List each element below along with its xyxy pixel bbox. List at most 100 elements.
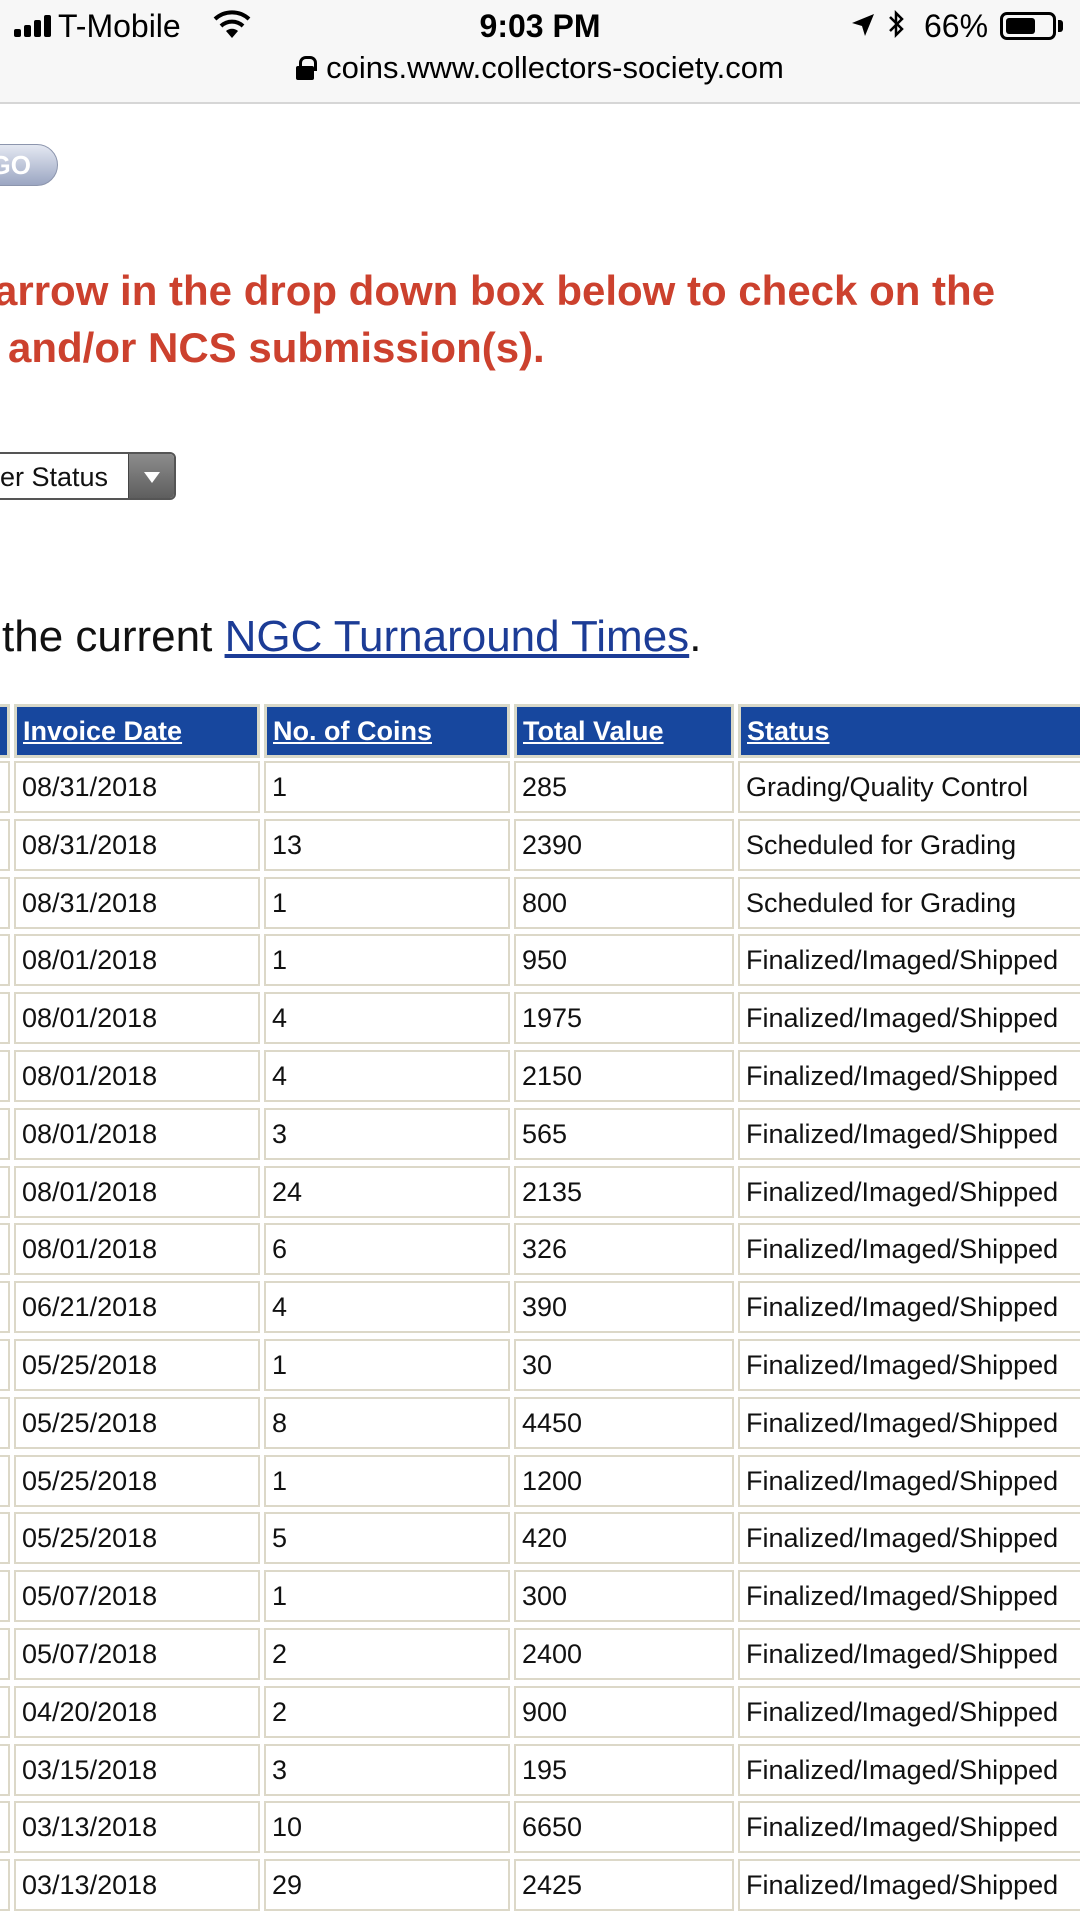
cell-total-value: 2390 xyxy=(514,818,734,871)
instruction-text: arrow in the drop down box below to chec… xyxy=(0,262,1080,376)
cell-cutoff-column xyxy=(0,1859,10,1912)
battery-level-fill xyxy=(1006,18,1036,34)
cell-status: Grading/Quality Control xyxy=(738,761,1080,813)
cell-total-value: 285 xyxy=(514,761,734,813)
cell-total-value: 900 xyxy=(514,1685,734,1738)
cell-status: Finalized/Imaged/Shipped xyxy=(738,1685,1080,1738)
cell-status: Finalized/Imaged/Shipped xyxy=(738,1512,1080,1565)
cell-invoice-date: 05/07/2018 xyxy=(14,1570,260,1623)
cell-cutoff-column xyxy=(0,1570,10,1623)
cell-total-value: 800 xyxy=(514,876,734,929)
cell-no-of-coins: 2 xyxy=(264,1628,510,1680)
header-no-of-coins[interactable]: No. of Coins xyxy=(264,704,510,758)
cell-no-of-coins: 1 xyxy=(264,761,510,813)
cell-total-value: 2425 xyxy=(514,1859,734,1912)
cell-cutoff-column xyxy=(0,1512,10,1565)
turnaround-suffix: . xyxy=(689,612,702,661)
cell-cutoff-column xyxy=(0,1050,10,1102)
cell-invoice-date: 05/25/2018 xyxy=(14,1396,260,1449)
cell-cutoff-column xyxy=(0,1685,10,1738)
header-invoice-date[interactable]: Invoice Date xyxy=(14,704,260,758)
cell-total-value: 195 xyxy=(514,1743,734,1796)
cell-invoice-date: 08/31/2018 xyxy=(14,818,260,871)
cell-no-of-coins: 10 xyxy=(264,1801,510,1854)
url-text: coins.www.collectors-society.com xyxy=(326,50,784,85)
cell-status: Finalized/Imaged/Shipped xyxy=(738,1165,1080,1218)
cell-invoice-date: 08/31/2018 xyxy=(14,761,260,813)
cell-total-value: 565 xyxy=(514,1107,734,1160)
battery-percentage: 66% xyxy=(924,8,989,44)
cell-invoice-date: 03/13/2018 xyxy=(14,1801,260,1854)
header-cutoff-column xyxy=(0,704,10,758)
cell-status: Finalized/Imaged/Shipped xyxy=(738,1859,1080,1912)
cell-invoice-date: 08/01/2018 xyxy=(14,1165,260,1218)
cell-invoice-date: 08/01/2018 xyxy=(14,1107,260,1160)
cell-status: Finalized/Imaged/Shipped xyxy=(738,1050,1080,1102)
cell-cutoff-column xyxy=(0,992,10,1045)
cell-total-value: 390 xyxy=(514,1281,734,1334)
clock: 9:03 PM xyxy=(479,8,601,44)
cell-status: Scheduled for Grading xyxy=(738,818,1080,871)
cell-no-of-coins: 4 xyxy=(264,1281,510,1334)
cell-status: Finalized/Imaged/Shipped xyxy=(738,1454,1080,1507)
submission-status-dropdown[interactable]: er Status xyxy=(0,452,176,500)
cell-status: Finalized/Imaged/Shipped xyxy=(738,1396,1080,1449)
cell-no-of-coins: 1 xyxy=(264,1339,510,1391)
cell-status: Finalized/Imaged/Shipped xyxy=(738,1801,1080,1854)
bluetooth-icon xyxy=(889,9,904,39)
cell-no-of-coins: 1 xyxy=(264,876,510,929)
dropdown-selected-value: er Status xyxy=(0,462,109,492)
cell-invoice-date: 08/01/2018 xyxy=(14,1223,260,1276)
cell-status: Finalized/Imaged/Shipped xyxy=(738,1743,1080,1796)
cell-cutoff-column xyxy=(0,1281,10,1334)
cell-no-of-coins: 29 xyxy=(264,1859,510,1912)
cell-cutoff-column xyxy=(0,876,10,929)
cell-cutoff-column xyxy=(0,1628,10,1680)
header-status[interactable]: Status xyxy=(738,704,1080,758)
turnaround-text: the current NGC Turnaround Times. xyxy=(2,612,701,662)
cell-cutoff-column xyxy=(0,761,10,813)
cell-no-of-coins: 3 xyxy=(264,1743,510,1796)
cell-cutoff-column xyxy=(0,1801,10,1854)
instruction-line-2: and/or NCS submission(s). xyxy=(8,324,545,371)
cell-invoice-date: 05/07/2018 xyxy=(14,1628,260,1680)
go-button[interactable]: GO xyxy=(0,144,58,186)
cell-total-value: 300 xyxy=(514,1570,734,1623)
status-bar: T-Mobile 9:03 PM 66% coins.www.collector… xyxy=(0,0,1080,104)
cell-cutoff-column xyxy=(0,934,10,987)
cell-status: Scheduled for Grading xyxy=(738,876,1080,929)
cell-cutoff-column xyxy=(0,1165,10,1218)
instruction-line-1: arrow in the drop down box below to chec… xyxy=(0,267,996,314)
cell-total-value: 2400 xyxy=(514,1628,734,1680)
cell-cutoff-column xyxy=(0,818,10,871)
cell-invoice-date: 06/21/2018 xyxy=(14,1281,260,1334)
address-bar[interactable]: coins.www.collectors-society.com xyxy=(0,50,1080,86)
cell-status: Finalized/Imaged/Shipped xyxy=(738,1107,1080,1160)
cell-total-value: 4450 xyxy=(514,1396,734,1449)
header-total-value[interactable]: Total Value xyxy=(514,704,734,758)
cell-total-value: 1975 xyxy=(514,992,734,1045)
cell-invoice-date: 08/01/2018 xyxy=(14,1050,260,1102)
cell-no-of-coins: 1 xyxy=(264,934,510,987)
cell-no-of-coins: 13 xyxy=(264,818,510,871)
cell-status: Finalized/Imaged/Shipped xyxy=(738,1570,1080,1623)
cell-status: Finalized/Imaged/Shipped xyxy=(738,1628,1080,1680)
cell-status: Finalized/Imaged/Shipped xyxy=(738,992,1080,1045)
dropdown-arrow-icon[interactable] xyxy=(128,454,174,498)
cell-invoice-date: 08/01/2018 xyxy=(14,934,260,987)
cell-invoice-date: 05/25/2018 xyxy=(14,1512,260,1565)
cell-total-value: 326 xyxy=(514,1223,734,1276)
cell-total-value: 420 xyxy=(514,1512,734,1565)
cell-cutoff-column xyxy=(0,1107,10,1160)
cell-total-value: 950 xyxy=(514,934,734,987)
cell-no-of-coins: 2 xyxy=(264,1685,510,1738)
cell-no-of-coins: 1 xyxy=(264,1570,510,1623)
cell-total-value: 30 xyxy=(514,1339,734,1391)
ngc-turnaround-times-link[interactable]: NGC Turnaround Times xyxy=(225,612,690,661)
cell-no-of-coins: 4 xyxy=(264,992,510,1045)
location-arrow-icon xyxy=(852,14,874,36)
cell-no-of-coins: 6 xyxy=(264,1223,510,1276)
cell-status: Finalized/Imaged/Shipped xyxy=(738,934,1080,987)
cell-no-of-coins: 4 xyxy=(264,1050,510,1102)
cell-total-value: 1200 xyxy=(514,1454,734,1507)
